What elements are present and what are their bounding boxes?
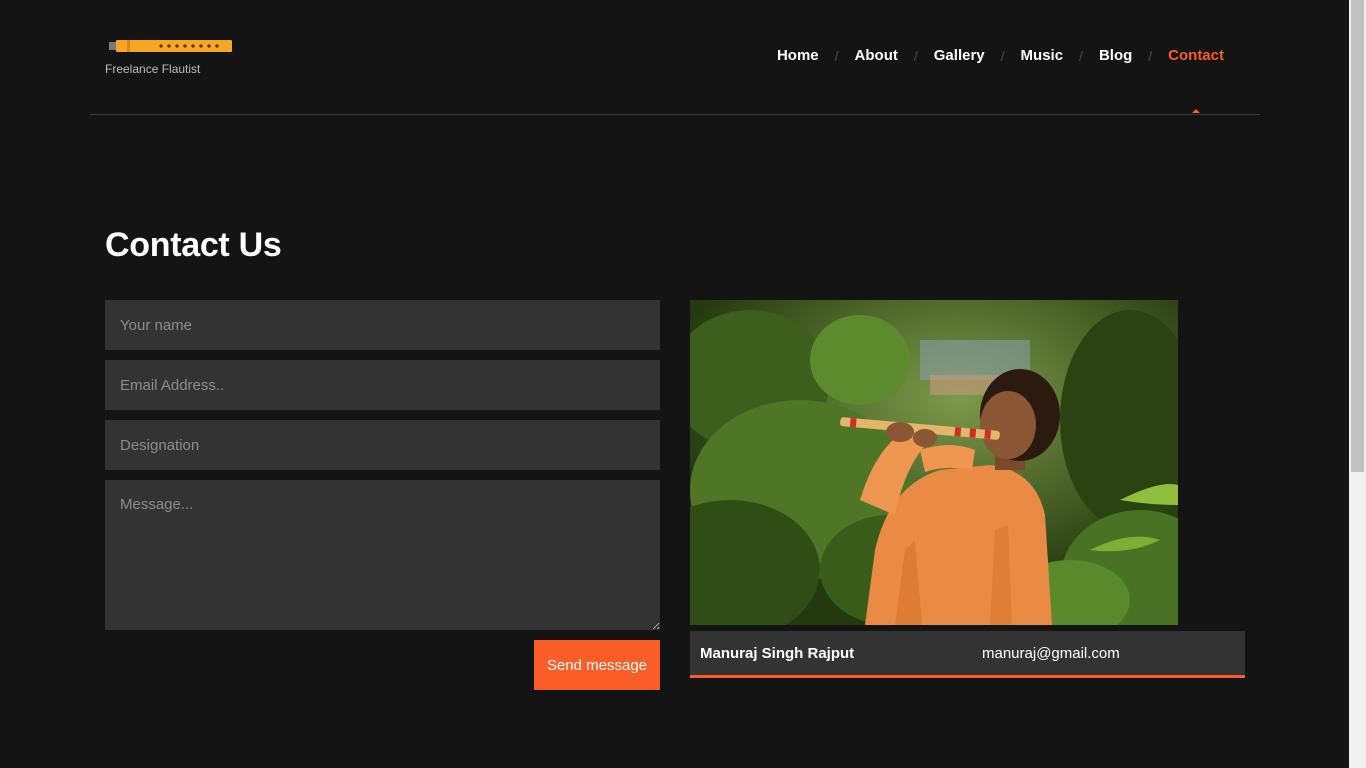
- contact-card: Manuraj Singh Rajput manuraj@gmail.com: [690, 631, 1245, 678]
- site-tagline: Freelance Flautist: [105, 62, 201, 76]
- nav-gallery[interactable]: Gallery: [934, 47, 985, 64]
- flute-icon: [109, 40, 232, 52]
- nav-separator: /: [913, 47, 918, 64]
- contact-email[interactable]: manuraj@gmail.com: [982, 645, 1120, 662]
- nav-contact[interactable]: Contact: [1168, 47, 1224, 64]
- flautist-photo: [690, 300, 1178, 625]
- nav-home[interactable]: Home: [777, 47, 819, 64]
- nav-separator: /: [1079, 47, 1083, 64]
- contact-name: Manuraj Singh Rajput: [700, 645, 855, 662]
- nav-contact-wrapper: Contact: [1168, 47, 1224, 113]
- nav-music[interactable]: Music: [1021, 47, 1064, 64]
- nav-blog[interactable]: Blog: [1099, 47, 1132, 64]
- nav-separator: /: [834, 47, 839, 64]
- scrollbar-thumb[interactable]: [1351, 0, 1364, 472]
- page-title: Contact Us: [105, 226, 282, 264]
- nav-about[interactable]: About: [855, 47, 898, 64]
- send-message-button[interactable]: Send message: [534, 640, 660, 690]
- designation-input[interactable]: [105, 420, 660, 470]
- active-indicator: [1192, 109, 1201, 113]
- email-input[interactable]: [105, 360, 660, 410]
- nav-separator: /: [1000, 47, 1005, 64]
- flautist-photo-graphic: [690, 300, 1178, 625]
- header-divider: [90, 114, 1260, 115]
- name-input[interactable]: [105, 300, 660, 350]
- page-scrollbar[interactable]: [1349, 0, 1366, 768]
- main-nav: Home / About / Gallery / Music / Blog / …: [777, 47, 1224, 113]
- message-textarea[interactable]: [105, 480, 660, 630]
- page: Freelance Flautist Home / About / Galler…: [0, 0, 1366, 768]
- nav-separator: /: [1148, 47, 1153, 64]
